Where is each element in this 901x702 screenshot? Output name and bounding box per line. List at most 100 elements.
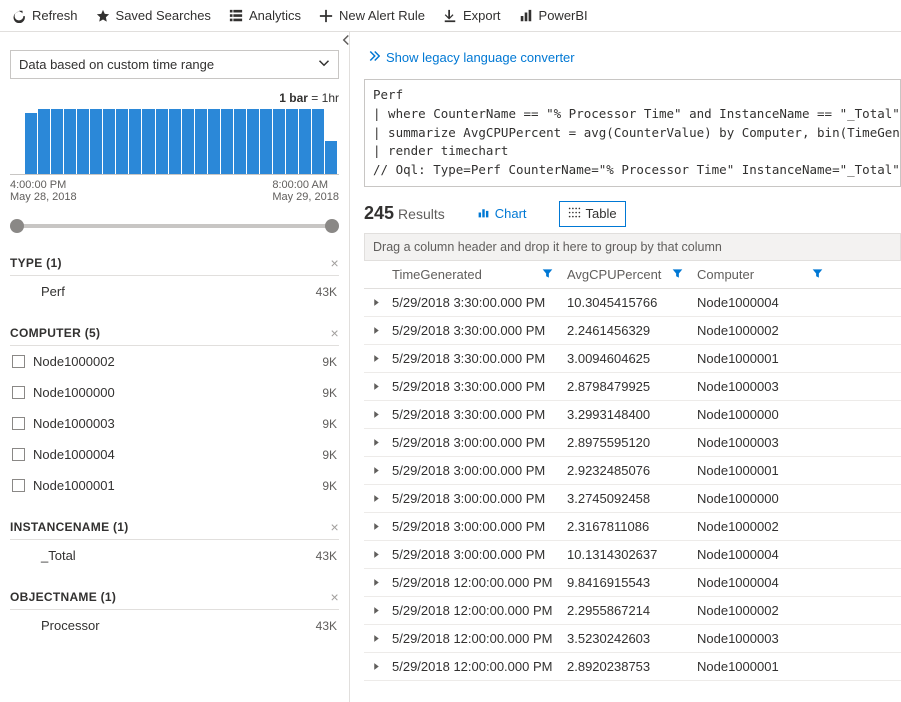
facet-item[interactable]: _Total43K — [10, 540, 339, 571]
histogram-bar[interactable] — [208, 109, 220, 174]
table-row[interactable]: 5/29/2018 12:00:00.000 PM9.8416915543Nod… — [364, 568, 901, 596]
checkbox[interactable] — [12, 417, 25, 430]
facet-item[interactable]: Node10000039K — [10, 408, 339, 439]
time-range-slider[interactable] — [10, 215, 339, 237]
facet-item[interactable]: Node10000009K — [10, 377, 339, 408]
col-timegenerated[interactable]: TimeGenerated — [388, 261, 563, 289]
expand-row-button[interactable] — [364, 512, 388, 540]
table-row[interactable]: 5/29/2018 3:30:00.000 PM10.3045415766Nod… — [364, 288, 901, 316]
histogram-bar[interactable] — [325, 141, 337, 174]
facet-close-button[interactable]: × — [331, 589, 339, 605]
histogram-bar[interactable] — [286, 109, 298, 174]
expand-row-button[interactable] — [364, 456, 388, 484]
table-row[interactable]: 5/29/2018 3:00:00.000 PM10.1314302637Nod… — [364, 540, 901, 568]
histogram-bar[interactable] — [64, 109, 76, 174]
filter-icon[interactable] — [812, 268, 823, 279]
saved-searches-button[interactable]: Saved Searches — [96, 8, 211, 23]
table-row[interactable]: 5/29/2018 3:00:00.000 PM2.3167811086Node… — [364, 512, 901, 540]
facet-close-button[interactable]: × — [331, 519, 339, 535]
histogram-bar[interactable] — [90, 109, 102, 174]
filter-icon[interactable] — [542, 268, 553, 279]
new-alert-button[interactable]: New Alert Rule — [319, 8, 425, 23]
view-chart-tab[interactable]: Chart — [469, 202, 535, 226]
powerbi-button[interactable]: PowerBI — [519, 8, 588, 23]
table-row[interactable]: 5/29/2018 3:00:00.000 PM2.8975595120Node… — [364, 428, 901, 456]
filter-icon[interactable] — [672, 268, 683, 279]
refresh-button[interactable]: Refresh — [12, 8, 78, 23]
view-table-tab[interactable]: Table — [559, 201, 626, 227]
expand-row-button[interactable] — [364, 316, 388, 344]
histogram-bar[interactable] — [51, 109, 63, 174]
expand-row-button[interactable] — [364, 400, 388, 428]
star-icon — [96, 9, 110, 23]
checkbox[interactable] — [12, 355, 25, 368]
facet-item[interactable]: Node10000029K — [10, 346, 339, 377]
facet-item[interactable]: Node10000019K — [10, 470, 339, 501]
expand-row-button[interactable] — [364, 372, 388, 400]
histogram-bar[interactable] — [129, 109, 141, 174]
histogram-bar[interactable] — [103, 109, 115, 174]
histogram-bar[interactable] — [169, 109, 181, 174]
legacy-converter-link[interactable]: Show legacy language converter — [364, 42, 901, 79]
table-row[interactable]: 5/29/2018 3:00:00.000 PM2.9232485076Node… — [364, 456, 901, 484]
group-by-hint[interactable]: Drag a column header and drop it here to… — [364, 233, 901, 261]
sidebar-collapse-button[interactable] — [340, 34, 352, 49]
histogram-bars[interactable] — [10, 109, 339, 175]
table-row[interactable]: 5/29/2018 12:00:00.000 PM2.8920238753Nod… — [364, 652, 901, 680]
table-row[interactable]: 5/29/2018 12:00:00.000 PM2.2955867214Nod… — [364, 596, 901, 624]
table-row[interactable]: 5/29/2018 3:30:00.000 PM2.2461456329Node… — [364, 316, 901, 344]
expand-row-button[interactable] — [364, 484, 388, 512]
histogram-bar[interactable] — [221, 109, 233, 174]
expand-row-button[interactable] — [364, 288, 388, 316]
histogram-bar[interactable] — [299, 109, 311, 174]
expand-row-button[interactable] — [364, 344, 388, 372]
histogram-bar[interactable] — [38, 109, 50, 174]
slider-thumb-start[interactable] — [10, 219, 24, 233]
cell-computer: Node1000004 — [693, 288, 833, 316]
table-row[interactable]: 5/29/2018 3:00:00.000 PM3.2745092458Node… — [364, 484, 901, 512]
histogram-bar[interactable] — [312, 109, 324, 174]
expand-row-button[interactable] — [364, 624, 388, 652]
histogram-bar[interactable] — [234, 109, 246, 174]
saved-searches-label: Saved Searches — [116, 8, 211, 23]
table-row[interactable]: 5/29/2018 3:30:00.000 PM2.8798479925Node… — [364, 372, 901, 400]
expand-row-button[interactable] — [364, 568, 388, 596]
histogram-bar[interactable] — [25, 113, 37, 174]
expand-row-button[interactable] — [364, 540, 388, 568]
facet-item[interactable]: Node10000049K — [10, 439, 339, 470]
facet-section: TYPE (1)×Perf43K — [10, 255, 339, 307]
axis-end-time: 8:00:00 AM — [272, 179, 339, 191]
facet-item[interactable]: Processor43K — [10, 610, 339, 641]
slider-thumb-end[interactable] — [325, 219, 339, 233]
histogram-bar[interactable] — [195, 109, 207, 174]
facet-close-button[interactable]: × — [331, 255, 339, 271]
col-computer[interactable]: Computer — [693, 261, 833, 289]
analytics-button[interactable]: Analytics — [229, 8, 301, 23]
expand-row-button[interactable] — [364, 428, 388, 456]
view-chart-label: Chart — [495, 206, 527, 221]
histogram-bar[interactable] — [77, 109, 89, 174]
histogram-bar[interactable] — [142, 109, 154, 174]
export-button[interactable]: Export — [443, 8, 501, 23]
time-range-select[interactable]: Data based on custom time range — [10, 50, 339, 79]
histogram-bar[interactable] — [247, 109, 259, 174]
table-row[interactable]: 5/29/2018 3:30:00.000 PM3.2993148400Node… — [364, 400, 901, 428]
checkbox[interactable] — [12, 386, 25, 399]
histogram-bar[interactable] — [260, 109, 272, 174]
facet-close-button[interactable]: × — [331, 325, 339, 341]
histogram-bar[interactable] — [182, 109, 194, 174]
axis-start-time: 4:00:00 PM — [10, 179, 77, 191]
table-row[interactable]: 5/29/2018 3:30:00.000 PM3.0094604625Node… — [364, 344, 901, 372]
histogram-bar[interactable] — [273, 109, 285, 174]
expand-row-button[interactable] — [364, 596, 388, 624]
expand-row-button[interactable] — [364, 652, 388, 680]
facet-item[interactable]: Perf43K — [10, 276, 339, 307]
cell-computer: Node1000001 — [693, 344, 833, 372]
histogram-bar[interactable] — [156, 109, 168, 174]
table-row[interactable]: 5/29/2018 12:00:00.000 PM3.5230242603Nod… — [364, 624, 901, 652]
checkbox[interactable] — [12, 479, 25, 492]
histogram-bar[interactable] — [116, 109, 128, 174]
checkbox[interactable] — [12, 448, 25, 461]
col-avgcpupercent[interactable]: AvgCPUPercent — [563, 261, 693, 289]
query-editor[interactable]: Perf | where CounterName == "% Processor… — [364, 79, 901, 187]
